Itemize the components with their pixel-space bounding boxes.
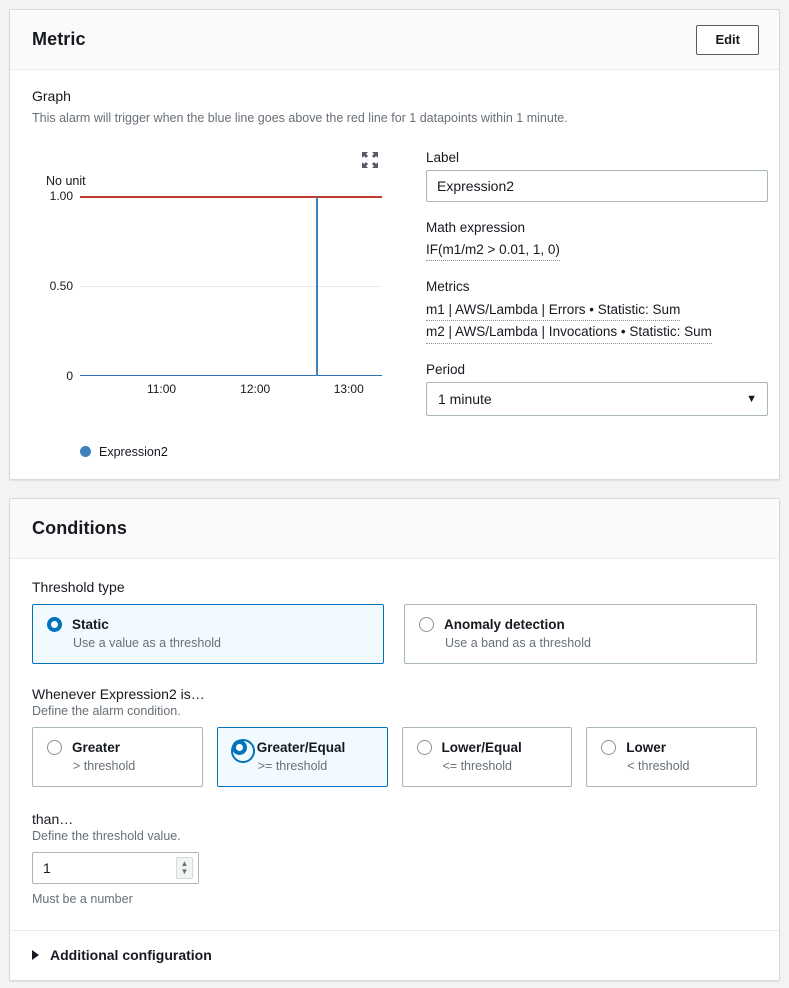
metric-card: Metric Edit Graph This alarm will trigge…: [9, 9, 780, 480]
chart-legend[interactable]: Expression2: [80, 445, 390, 459]
conditions-card-header: Conditions: [10, 498, 779, 559]
conditions-title: Conditions: [32, 517, 127, 538]
threshold-type-option-static[interactable]: Static Use a value as a threshold: [32, 603, 384, 664]
comparison-option-greater[interactable]: Greater > threshold: [32, 726, 203, 787]
radio-icon: [419, 616, 434, 632]
metric-card-body: Graph This alarm will trigger when the b…: [10, 70, 779, 479]
quantity-stepper[interactable]: ▲ ▼: [176, 856, 193, 879]
tile-description: Use a band as a threshold: [445, 635, 591, 650]
stepper-down-icon[interactable]: ▼: [181, 867, 189, 876]
threshold-value-input[interactable]: [32, 851, 199, 884]
than-description: Define the threshold value.: [32, 828, 181, 843]
graph-row: No unit 1.00 0.50 0 11:00 12:00 13:00 Ex…: [32, 150, 768, 459]
chevron-right-icon: [32, 949, 39, 960]
period-select[interactable]: 1 minute: [426, 381, 768, 416]
metrics-list: m1 | AWS/Lambda | Errors • Statistic: Su…: [426, 299, 768, 344]
label-field-group: Label: [426, 150, 768, 202]
tile-top: Greater/Equal: [230, 738, 373, 764]
chart-series-spike: [315, 196, 319, 376]
chart-ytick-0: 1.00: [49, 188, 73, 203]
chart-column: No unit 1.00 0.50 0 11:00 12:00 13:00 Ex…: [32, 150, 404, 459]
comparison-option-lower[interactable]: Lower < threshold: [586, 726, 757, 787]
period-label: Period: [426, 361, 466, 377]
chart-ytick-2: 0: [66, 368, 73, 383]
radio-icon: [47, 616, 62, 632]
tile-title: Lower/Equal: [441, 739, 522, 755]
graph-description: This alarm will trigger when the blue li…: [32, 111, 568, 125]
chart-plot-area: 1.00 0.50 0 11:00 12:00 13:00: [32, 189, 392, 411]
tile-top: Static: [47, 616, 369, 632]
edit-button[interactable]: Edit: [696, 24, 759, 55]
legend-swatch-icon: [80, 446, 91, 458]
metrics-item: m1 | AWS/Lambda | Errors • Statistic: Su…: [426, 300, 681, 322]
threshold-type-option-anomaly[interactable]: Anomaly detection Use a band as a thresh…: [404, 603, 757, 664]
radio-icon: [230, 738, 256, 764]
metrics-group: Metrics m1 | AWS/Lambda | Errors • Stati…: [426, 279, 768, 344]
tile-title: Lower: [626, 739, 667, 755]
whenever-label: Whenever Expression2 is…: [32, 685, 205, 702]
conditions-card-body: Threshold type Static Use a value as a t…: [10, 559, 779, 930]
tile-title: Anomaly detection: [444, 616, 565, 632]
chart-xtick-1: 12:00: [240, 381, 271, 396]
whenever-description: Define the alarm condition.: [32, 703, 181, 718]
period-select-wrap: 1 minute ▼: [426, 381, 768, 416]
label-input[interactable]: [426, 169, 768, 202]
label-field-label: Label: [426, 149, 460, 165]
comparison-option-greater-equal[interactable]: Greater/Equal >= threshold: [216, 726, 388, 787]
tile-description: < threshold: [627, 758, 690, 773]
radio-icon: [47, 739, 62, 755]
tile-top: Greater: [47, 739, 188, 755]
threshold-value-hint: Must be a number: [32, 891, 133, 906]
page-title: Metric: [32, 29, 86, 49]
threshold-type-label: Threshold type: [32, 578, 125, 595]
math-expression-group: Math expression IF(m1/m2 > 0.01, 1, 0): [426, 220, 768, 261]
tile-top: Anomaly detection: [419, 616, 742, 632]
graph-heading: Graph: [32, 88, 71, 104]
tile-title: Static: [72, 616, 109, 632]
chart-xtick-0: 11:00: [146, 381, 177, 396]
math-expression-label: Math expression: [426, 219, 526, 235]
tile-description: > threshold: [73, 758, 136, 773]
legend-label: Expression2: [99, 444, 168, 459]
chart-ytick-1: 0.50: [49, 278, 73, 293]
chart-plot: 1.00 0.50 0 11:00 12:00 13:00: [50, 189, 382, 396]
tile-description: <= threshold: [442, 758, 513, 773]
chart-gridline-mid: [80, 285, 382, 287]
period-group: Period 1 minute ▼: [426, 362, 768, 416]
metric-card-header: Metric Edit: [10, 10, 779, 70]
tile-description: >= threshold: [257, 758, 328, 773]
additional-configuration-toggle[interactable]: Additional configuration: [10, 929, 779, 980]
conditions-card: Conditions Threshold type Static Use a v…: [9, 497, 780, 981]
tile-top: Lower: [601, 739, 742, 755]
tile-top: Lower/Equal: [416, 739, 558, 755]
chart-xtick-2: 13:00: [333, 381, 364, 396]
chart-series-baseline: [80, 374, 382, 377]
metrics-label: Metrics: [426, 279, 470, 294]
expand-icon[interactable]: [362, 151, 378, 168]
math-expression-value: IF(m1/m2 > 0.01, 1, 0): [426, 240, 560, 261]
metric-fields-column: Label Math expression IF(m1/m2 > 0.01, 1…: [404, 150, 768, 459]
than-label: than…: [32, 810, 74, 827]
tile-description: Use a value as a threshold: [73, 635, 222, 650]
chart-unit-label: No unit: [46, 173, 86, 188]
page-root: Metric Edit Graph This alarm will trigge…: [0, 0, 789, 988]
comparison-option-lower-equal[interactable]: Lower/Equal <= threshold: [401, 726, 573, 787]
threshold-value-wrap: ▲ ▼: [32, 851, 199, 884]
threshold-type-options: Static Use a value as a threshold Anomal…: [32, 603, 757, 664]
tile-title: Greater: [72, 739, 121, 755]
radio-icon: [416, 739, 432, 755]
additional-configuration-label: Additional configuration: [50, 946, 212, 963]
comparison-options: Greater > threshold Greater/Equal >= thr…: [32, 726, 757, 787]
chart-threshold-line: [80, 195, 382, 199]
radio-icon: [601, 739, 617, 755]
tile-title: Greater/Equal: [256, 739, 346, 755]
metrics-item: m2 | AWS/Lambda | Invocations • Statisti…: [426, 322, 712, 344]
